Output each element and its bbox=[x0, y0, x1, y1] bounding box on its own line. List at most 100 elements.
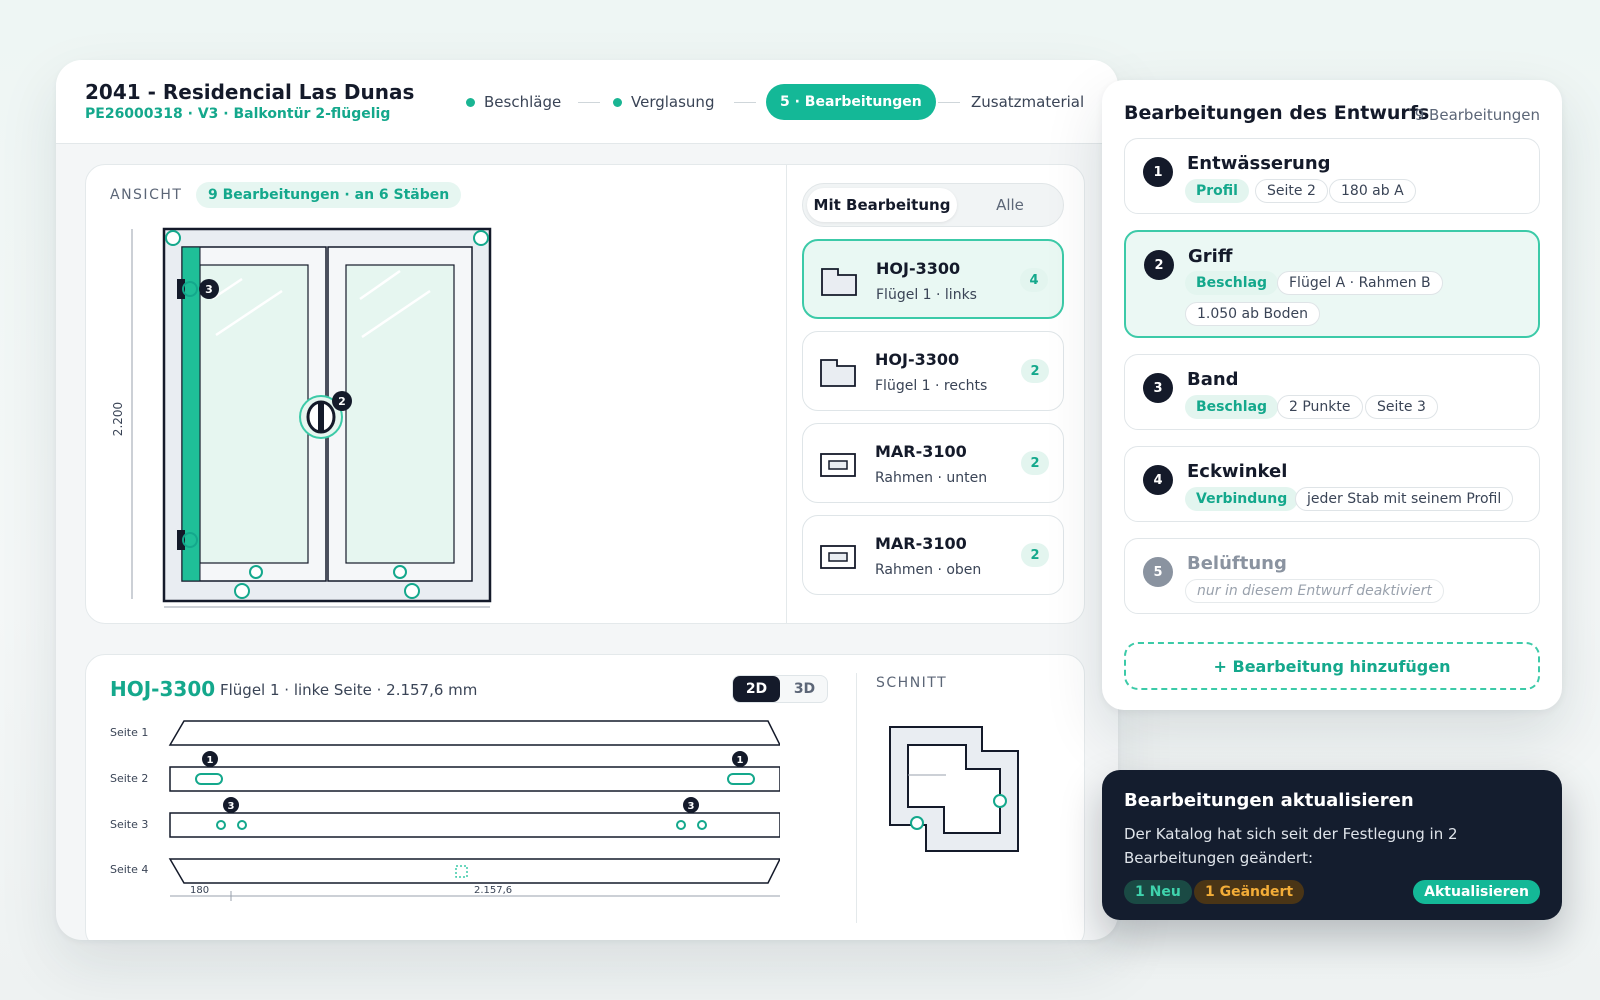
rect-profile-icon bbox=[820, 545, 856, 569]
side-label: Seite 4 bbox=[110, 863, 148, 876]
dimension-label: 180 bbox=[190, 885, 209, 896]
operations-count: 9 Bearbeitungen bbox=[1414, 106, 1540, 124]
operations-panel-title: Bearbeitungen des Entwurfs bbox=[1124, 102, 1430, 124]
operation-card-band[interactable]: 3 Band Beschlag 2 Punkte Seite 3 bbox=[1124, 354, 1540, 430]
profile-position: Rahmen · oben bbox=[875, 562, 982, 578]
corner-connector-icon[interactable] bbox=[473, 230, 489, 246]
operation-card-eckwinkel[interactable]: 4 Eckwinkel Verbindung jeder Stab mit se… bbox=[1124, 446, 1540, 522]
new-badge: 1 Neu bbox=[1124, 880, 1192, 904]
marker-label: 3 bbox=[205, 283, 213, 296]
operation-name: Belüftung bbox=[1187, 553, 1287, 574]
ansicht-label: ANSICHT bbox=[110, 187, 183, 203]
operations-panel: Bearbeitungen des Entwurfs 9 Bearbeitung… bbox=[1102, 80, 1562, 710]
side-1-bar[interactable] bbox=[168, 720, 780, 746]
operation-card-entwaesserung[interactable]: 1 Entwässerung Profil Seite 2 180 ab A bbox=[1124, 138, 1540, 214]
notification-title: Bearbeitungen aktualisieren bbox=[1124, 790, 1414, 811]
side-marker-label: 3 bbox=[228, 801, 235, 812]
profile-position: Rahmen · unten bbox=[875, 470, 988, 486]
step-zusatzmaterial[interactable]: Zusatzmaterial bbox=[971, 84, 1084, 120]
main-window: 2041 - Residencial Las Dunas PE26000318 … bbox=[56, 60, 1118, 940]
update-button[interactable]: Aktualisieren bbox=[1413, 880, 1540, 904]
profile-name: MAR-3100 bbox=[875, 534, 967, 553]
project-subtitle: PE26000318 · V3 · Balkontür 2-flügelig bbox=[85, 106, 391, 122]
view-2d-button[interactable]: 2D bbox=[733, 676, 780, 702]
operation-chip: 2 Punkte bbox=[1277, 395, 1363, 419]
view-3d-button[interactable]: 3D bbox=[781, 676, 828, 702]
step-connector bbox=[938, 102, 960, 103]
corner-connector-icon[interactable] bbox=[165, 230, 181, 246]
operation-chip: Seite 2 bbox=[1255, 179, 1328, 203]
bar-sides-drawing: Seite 1 Seite 2 1 1 Seite 3 3 3 Seite 4 bbox=[110, 720, 780, 901]
operation-chip: Seite 3 bbox=[1365, 395, 1438, 419]
section-point-icon[interactable] bbox=[993, 794, 1007, 808]
detail-description: Flügel 1 · linke Seite · 2.157,6 mm bbox=[220, 681, 478, 699]
filter-alle[interactable]: Alle bbox=[963, 188, 1057, 222]
profile-position: Flügel 1 · links bbox=[876, 287, 977, 303]
profile-detail-panel: HOJ-3300 Flügel 1 · linke Seite · 2.157,… bbox=[85, 654, 1085, 940]
side-3-bar[interactable] bbox=[169, 812, 780, 838]
side-label: Seite 1 bbox=[110, 726, 148, 739]
side-label: Seite 3 bbox=[110, 818, 148, 831]
profile-card[interactable]: MAR-3100 Rahmen · oben 2 bbox=[802, 515, 1064, 595]
step-beschlaege[interactable]: Beschläge bbox=[466, 84, 561, 120]
operation-type-tag: Profil bbox=[1185, 179, 1249, 203]
drainage-point-icon[interactable] bbox=[234, 583, 250, 599]
profile-count-badge: 2 bbox=[1021, 543, 1049, 567]
window-elevation-drawing: 2.200 3 2 bbox=[111, 227, 492, 608]
operation-card-griff[interactable]: 2 Griff Beschlag Flügel A · Rahmen B 1.0… bbox=[1124, 230, 1540, 338]
profile-name: MAR-3100 bbox=[875, 442, 967, 461]
section-point-icon[interactable] bbox=[910, 816, 924, 830]
update-notification: Bearbeitungen aktualisieren Der Katalog … bbox=[1102, 770, 1562, 920]
project-title: 2041 - Residencial Las Dunas bbox=[85, 80, 415, 104]
hinge-hole-icon[interactable] bbox=[216, 820, 226, 830]
ansicht-panel: ANSICHT 9 Bearbeitungen · an 6 Stäben 2.… bbox=[85, 164, 1085, 624]
view-toggle: 2D 3D bbox=[732, 675, 828, 703]
glass-right bbox=[345, 264, 455, 564]
operation-disabled-note: nur in diesem Entwurf deaktiviert bbox=[1185, 579, 1444, 603]
side-4-bar[interactable] bbox=[168, 858, 780, 884]
notification-body: Der Katalog hat sich seit der Festlegung… bbox=[1124, 825, 1458, 867]
profile-card[interactable]: MAR-3100 Rahmen · unten 2 bbox=[802, 423, 1064, 503]
step-done-dot bbox=[466, 97, 475, 107]
operation-number: 1 bbox=[1143, 157, 1173, 187]
side-marker-label: 3 bbox=[688, 801, 695, 812]
operation-chip: 1.050 ab Boden bbox=[1185, 302, 1320, 326]
operation-name: Eckwinkel bbox=[1187, 461, 1288, 482]
operation-type-tag: Beschlag bbox=[1185, 395, 1279, 419]
hinge-hole-icon[interactable] bbox=[697, 820, 707, 830]
filter-mit-bearbeitung[interactable]: Mit Bearbeitung bbox=[807, 188, 957, 222]
step-verglasung[interactable]: Verglasung bbox=[613, 84, 714, 120]
side-marker-label: 1 bbox=[737, 755, 744, 766]
operation-name: Griff bbox=[1188, 246, 1233, 267]
drainage-slot-icon[interactable] bbox=[195, 773, 223, 785]
panel-divider bbox=[786, 165, 787, 623]
ansicht-badge: 9 Bearbeitungen · an 6 Stäben bbox=[196, 182, 462, 208]
schnitt-label: SCHNITT bbox=[876, 675, 948, 691]
operation-card-belueftung[interactable]: 5 Belüftung nur in diesem Entwurf deakti… bbox=[1124, 538, 1540, 614]
drainage-point-icon[interactable] bbox=[393, 565, 407, 579]
step-label: 5 · Bearbeitungen bbox=[780, 94, 922, 110]
drainage-point-icon[interactable] bbox=[404, 583, 420, 599]
operation-type-tag: Verbindung bbox=[1185, 487, 1299, 511]
side-label: Seite 2 bbox=[110, 772, 148, 785]
operation-chip: 180 ab A bbox=[1329, 179, 1416, 203]
hinge-hole-icon[interactable] bbox=[237, 820, 247, 830]
profile-card[interactable]: HOJ-3300 Flügel 1 · rechts 2 bbox=[802, 331, 1064, 411]
profile-card[interactable]: HOJ-3300 Flügel 1 · links 4 bbox=[802, 239, 1064, 319]
side-2-bar[interactable] bbox=[169, 766, 780, 792]
operation-chip: jeder Stab mit seinem Profil bbox=[1295, 487, 1514, 511]
hinge-hole-icon[interactable] bbox=[676, 820, 686, 830]
step-connector bbox=[734, 102, 756, 103]
profile-count-badge: 4 bbox=[1020, 268, 1048, 292]
header: 2041 - Residencial Las Dunas PE26000318 … bbox=[56, 60, 1118, 144]
profile-name: HOJ-3300 bbox=[875, 350, 960, 369]
l-profile-icon bbox=[820, 359, 856, 387]
operation-number: 4 bbox=[1143, 465, 1173, 495]
add-operation-button[interactable]: + Bearbeitung hinzufügen bbox=[1124, 642, 1540, 690]
drainage-slot-icon[interactable] bbox=[727, 773, 755, 785]
step-bearbeitungen[interactable]: 5 · Bearbeitungen bbox=[766, 84, 936, 120]
drainage-point-icon[interactable] bbox=[249, 565, 263, 579]
profile-count-badge: 2 bbox=[1021, 451, 1049, 475]
rect-profile-icon bbox=[820, 453, 856, 477]
operation-name: Entwässerung bbox=[1187, 153, 1331, 174]
